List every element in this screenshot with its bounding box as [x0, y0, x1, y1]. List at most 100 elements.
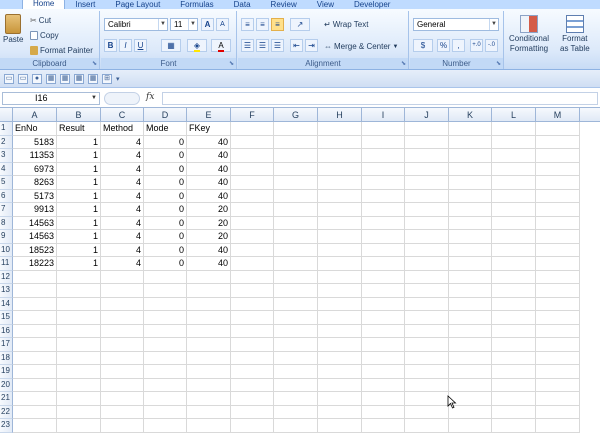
- bold-button[interactable]: B: [104, 39, 117, 52]
- cell[interactable]: Method: [101, 122, 144, 136]
- cell[interactable]: [492, 284, 536, 298]
- cell[interactable]: [492, 203, 536, 217]
- cell[interactable]: 0: [144, 230, 187, 244]
- paste-button[interactable]: Paste: [3, 14, 23, 44]
- cell[interactable]: [405, 270, 449, 284]
- cell[interactable]: [274, 324, 318, 338]
- cell[interactable]: 40: [187, 149, 231, 163]
- cell[interactable]: [405, 243, 449, 257]
- cell[interactable]: [405, 378, 449, 392]
- cell[interactable]: [231, 216, 274, 230]
- cell[interactable]: 20: [187, 203, 231, 217]
- column-header-g[interactable]: G: [274, 108, 318, 122]
- cell[interactable]: [492, 149, 536, 163]
- cell[interactable]: [231, 122, 274, 136]
- cell[interactable]: [492, 135, 536, 149]
- cell[interactable]: [13, 297, 57, 311]
- cell[interactable]: 1: [57, 135, 101, 149]
- row-header-23[interactable]: 23: [0, 419, 13, 433]
- grow-font-button[interactable]: A: [201, 18, 214, 31]
- cell[interactable]: 1: [57, 257, 101, 271]
- cell[interactable]: [187, 324, 231, 338]
- cell[interactable]: [274, 189, 318, 203]
- cell[interactable]: [492, 243, 536, 257]
- align-left-button[interactable]: ☰: [241, 39, 254, 52]
- font-color-button[interactable]: A: [211, 39, 231, 52]
- row-header-8[interactable]: 8: [0, 216, 13, 230]
- row-header-13[interactable]: 13: [0, 284, 13, 298]
- cell[interactable]: [144, 365, 187, 379]
- clipboard-launcher-icon[interactable]: ⬊: [92, 60, 97, 67]
- increase-decimal-button[interactable]: +.0: [470, 39, 483, 52]
- cell[interactable]: [231, 378, 274, 392]
- cell[interactable]: 4: [101, 149, 144, 163]
- cell[interactable]: [536, 405, 580, 419]
- row-header-11[interactable]: 11: [0, 257, 13, 271]
- cell[interactable]: [144, 297, 187, 311]
- cell[interactable]: [492, 419, 536, 433]
- decrease-indent-button[interactable]: ⇤: [290, 39, 303, 52]
- tab-insert[interactable]: Insert: [65, 0, 105, 9]
- cell[interactable]: [57, 284, 101, 298]
- cell[interactable]: [274, 243, 318, 257]
- cell[interactable]: [362, 405, 405, 419]
- cell[interactable]: [57, 365, 101, 379]
- row-header-10[interactable]: 10: [0, 243, 13, 257]
- cell[interactable]: [231, 189, 274, 203]
- row-header-19[interactable]: 19: [0, 365, 13, 379]
- cell[interactable]: [449, 338, 492, 352]
- currency-button[interactable]: $: [413, 39, 433, 52]
- cell[interactable]: [144, 338, 187, 352]
- cell[interactable]: 18523: [13, 243, 57, 257]
- cell[interactable]: [492, 257, 536, 271]
- cell[interactable]: [101, 351, 144, 365]
- cell[interactable]: [492, 405, 536, 419]
- column-header-e[interactable]: E: [187, 108, 231, 122]
- cell[interactable]: [57, 378, 101, 392]
- cell[interactable]: [274, 378, 318, 392]
- cell[interactable]: [13, 351, 57, 365]
- row-header-20[interactable]: 20: [0, 378, 13, 392]
- cell[interactable]: [405, 297, 449, 311]
- cell[interactable]: [405, 122, 449, 136]
- cell[interactable]: [536, 243, 580, 257]
- cell[interactable]: 8263: [13, 176, 57, 190]
- cell[interactable]: [362, 189, 405, 203]
- cell[interactable]: [449, 230, 492, 244]
- cell[interactable]: 14563: [13, 216, 57, 230]
- cell[interactable]: [536, 135, 580, 149]
- cell[interactable]: [536, 162, 580, 176]
- cell[interactable]: [318, 338, 362, 352]
- cell[interactable]: [231, 230, 274, 244]
- row-header-14[interactable]: 14: [0, 297, 13, 311]
- cell[interactable]: [57, 419, 101, 433]
- row-header-12[interactable]: 12: [0, 270, 13, 284]
- cell[interactable]: [536, 122, 580, 136]
- align-right-button[interactable]: ☰: [271, 39, 284, 52]
- cell[interactable]: [405, 405, 449, 419]
- cell[interactable]: [362, 284, 405, 298]
- cell[interactable]: [492, 162, 536, 176]
- toolbar-icon[interactable]: ⊞: [102, 73, 112, 84]
- cell[interactable]: [362, 135, 405, 149]
- cell[interactable]: Result: [57, 122, 101, 136]
- italic-button[interactable]: I: [119, 39, 132, 52]
- cell[interactable]: [231, 324, 274, 338]
- cell[interactable]: 20: [187, 230, 231, 244]
- cell[interactable]: [13, 284, 57, 298]
- fill-color-button[interactable]: ◈: [187, 39, 207, 52]
- cell[interactable]: 1: [57, 243, 101, 257]
- cell[interactable]: [231, 297, 274, 311]
- cell[interactable]: [492, 270, 536, 284]
- conditional-formatting-button[interactable]: Conditional Formatting: [509, 15, 549, 53]
- cell[interactable]: [57, 311, 101, 325]
- cell[interactable]: [536, 311, 580, 325]
- row-header-21[interactable]: 21: [0, 392, 13, 406]
- cell[interactable]: [318, 257, 362, 271]
- cell[interactable]: 0: [144, 243, 187, 257]
- cell[interactable]: [536, 257, 580, 271]
- row-header-1[interactable]: 1: [0, 122, 13, 136]
- cell[interactable]: [57, 297, 101, 311]
- cell[interactable]: [57, 338, 101, 352]
- tab-page-layout[interactable]: Page Layout: [105, 0, 170, 9]
